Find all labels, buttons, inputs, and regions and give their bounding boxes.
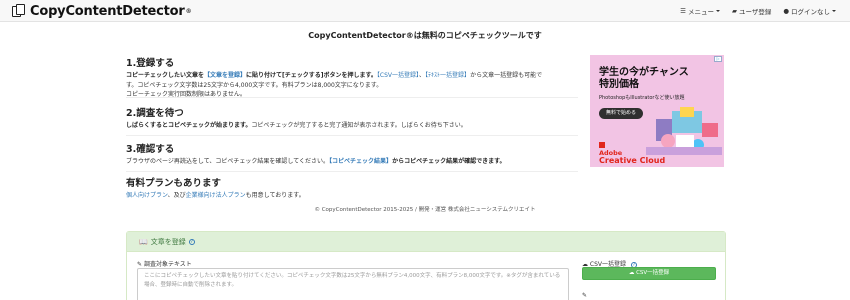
text-field-label-text: 調査対象テキスト <box>143 261 192 268</box>
ad-title-line1: 学生の今がチャンス <box>599 67 689 78</box>
ad-brand-line2: Creative Cloud <box>599 156 666 165</box>
step-register: 1.登録する コピーチェックしたい文章を【文章を登録】に貼り付けて[チェックする… <box>126 52 578 98</box>
step-text: ブラウザのページ再読込をして、コピペチェック結果を確認してください。【コピペチェ… <box>126 157 578 167</box>
ad-cta-button[interactable]: 無料で始める <box>599 108 643 119</box>
text-field-label: ✎ 調査対象テキスト <box>137 259 192 268</box>
brand-name: CopyContentDetector <box>30 3 185 19</box>
nav-register-label: ユーザ登録 <box>738 8 772 16</box>
nav-menu-label: メニュー <box>687 8 714 16</box>
copyright-footer: © CopyContentDetector 2015-2025 / 開発・運営 … <box>314 207 536 213</box>
top-navbar: CopyContentDetector ® ☰ メニュー ▰ ユーザ登録 ● ログ… <box>0 0 850 22</box>
how-to-steps: 1.登録する コピーチェックしたい文章を【文章を登録】に貼り付けて[チェックする… <box>126 52 578 199</box>
text-bulk-link[interactable]: 【ﾃｷｽﾄ一括登録】 <box>425 72 470 79</box>
step-title: 有料プランもあります <box>126 178 222 189</box>
nav-menu-dropdown[interactable]: ☰ メニュー <box>680 6 720 16</box>
help-icon[interactable]: ? <box>188 238 195 245</box>
folder-icon: ▰ <box>731 7 737 15</box>
ad-illustration <box>646 107 722 155</box>
step-text-mid: 、及び <box>167 192 186 199</box>
target-text-input[interactable]: ここにコピペチェックしたい文章を貼り付けてください。コピペチェック文字数は25文… <box>137 268 569 300</box>
edit-icon: ✎ <box>582 292 588 299</box>
step-text-end: も用意しております。 <box>245 192 305 199</box>
adobe-logo-icon <box>599 142 605 148</box>
step-text: 個人向けプラン、及び企業様向け法人プランも用意しております。 <box>126 191 578 201</box>
page-headline: CopyContentDetector®は無料のコピペチェックツールです <box>308 31 542 40</box>
copy-pages-icon <box>12 4 26 18</box>
step-confirm: 3.確認する ブラウザのページ再読込をして、コピペチェック結果を確認してください… <box>126 138 578 172</box>
register-text-panel: 📖 文章を登録 ? ✎ 調査対象テキスト ここにコピペチェックしたい文章を貼り付… <box>126 231 726 300</box>
nav-login-label: ログインなし <box>791 8 830 16</box>
step-text: しばらくするとコピペチェックが始まります。コピペチェックが完了すると完了通知が表… <box>126 121 578 131</box>
caret-down-icon <box>715 10 720 12</box>
caret-down-icon <box>832 10 836 12</box>
step-text-bold: しばらくするとコピペチェックが始まります。 <box>126 122 252 129</box>
step-text-bold: コピーチェックしたい文章を <box>126 72 205 79</box>
ad-title: 学生の今がチャンス 特別価格 <box>599 67 689 91</box>
next-section-label: ✎ <box>582 292 587 299</box>
brand-logo[interactable]: CopyContentDetector ® <box>12 3 192 19</box>
step-wait: 2.調査を待つ しばらくするとコピペチェックが始まります。コピペチェックが完了す… <box>126 102 578 136</box>
step-title: 1.登録する <box>126 58 175 69</box>
result-link[interactable]: 【コピペチェック結果】 <box>329 158 392 165</box>
csv-upload-button[interactable]: ☁ CSV一括登録 <box>582 267 716 280</box>
step-title: 2.調査を待つ <box>126 108 184 119</box>
register-text-link[interactable]: 【文章を登録】 <box>204 72 246 79</box>
ad-title-line2: 特別価格 <box>599 79 639 90</box>
ad-subtitle: PhotoshopもIllustratorなど使い放題 <box>599 95 685 101</box>
step-paid-plans: 有料プランもあります 個人向けプラン、及び企業様向け法人プランも用意しております… <box>126 172 578 206</box>
brand-registered-mark: ® <box>185 7 192 15</box>
panel-heading: 📖 文章を登録 ? <box>127 232 725 252</box>
nav-login-dropdown[interactable]: ● ログインなし <box>783 6 836 16</box>
book-icon: 📖 <box>139 237 148 246</box>
nav-right: ☰ メニュー ▰ ユーザ登録 ● ログインなし <box>680 0 836 22</box>
panel-heading-label: 文章を登録 <box>150 237 186 246</box>
step-title: 3.確認する <box>126 144 175 155</box>
step-text-bold: からコピペチェック結果が確認できます。 <box>392 158 506 165</box>
step-text-bold: に貼り付けて[チェックする]ボタンを押します。 <box>246 72 377 79</box>
step-text-a: ブラウザのページ再読込をして、コピペチェック結果を確認してください。 <box>126 158 330 165</box>
step-text-rest: から文章一括登録も可能で <box>470 72 543 79</box>
edit-icon: ✎ <box>137 261 143 268</box>
ad-choices-icon[interactable]: ▷ <box>714 56 722 62</box>
bars-icon: ☰ <box>680 7 686 15</box>
csv-bulk-link[interactable]: 【CSV一括登録】 <box>377 72 419 79</box>
step-text-line2: す。コピペチェック文字数は25文字から4,000文字です。有料プランは8,000… <box>126 81 383 89</box>
advertisement-banner[interactable]: ▷ 学生の今がチャンス 特別価格 PhotoshopもIllustratorなど使… <box>590 55 724 167</box>
step-text-line3: コピーチェック実行回数制限はありません。 <box>126 91 246 98</box>
user-icon: ● <box>783 7 789 15</box>
corporate-plan-link[interactable]: 企業様向け法人プラン <box>186 192 246 199</box>
personal-plan-link[interactable]: 個人向けプラン <box>126 192 168 199</box>
step-text: コピーチェックしたい文章を【文章を登録】に貼り付けて[チェックする]ボタンを押し… <box>126 71 578 100</box>
csv-upload-button-label: CSV一括登録 <box>636 270 670 276</box>
nav-register-link[interactable]: ▰ ユーザ登録 <box>732 6 771 16</box>
cloud-upload-icon: ☁ <box>628 270 635 276</box>
step-text-rest: コピペチェックが完了すると完了通知が表示されます。しばらくお待ち下さい。 <box>251 122 467 129</box>
